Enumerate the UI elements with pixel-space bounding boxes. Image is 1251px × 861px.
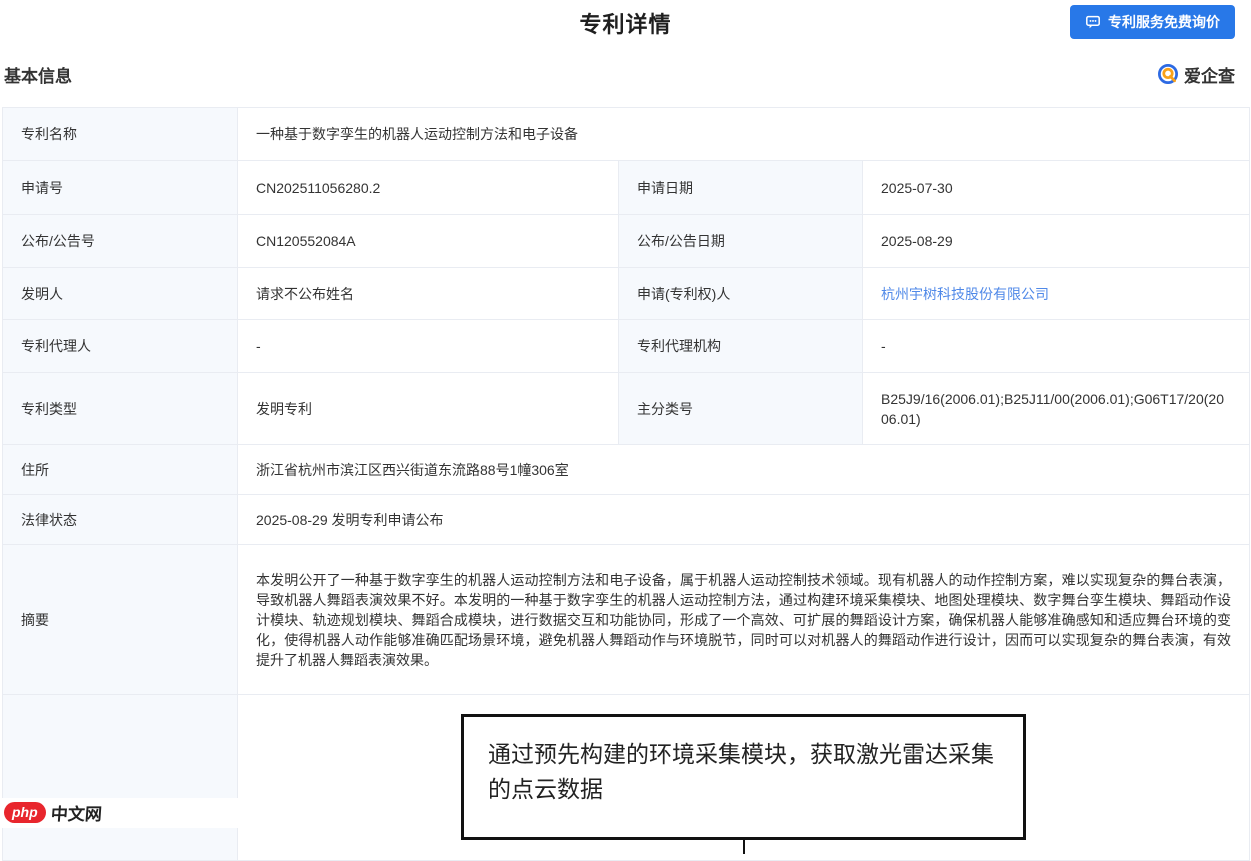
patent-agency-value: -	[863, 320, 1250, 373]
page-header: 专利详情 专利服务免费询价	[0, 0, 1251, 42]
table-row: 通过预先构建的环境采集模块，获取激光雷达采集的点云数据	[3, 695, 1250, 861]
main-classification-value: B25J9/16(2006.01);B25J11/00(2006.01);G06…	[863, 373, 1250, 445]
abstract-label: 摘要	[3, 545, 238, 695]
flowchart-step-box: 通过预先构建的环境采集模块，获取激光雷达采集的点云数据	[461, 714, 1026, 840]
publication-number-value: CN120552084A	[238, 215, 619, 268]
table-row: 专利名称 一种基于数字孪生的机器人运动控制方法和电子设备	[3, 108, 1250, 161]
aiqicha-brand-link[interactable]: 爱企查	[1157, 62, 1235, 87]
php-cn-watermark-logo: php 中文网	[4, 800, 102, 825]
applicant-value: 杭州宇树科技股份有限公司	[863, 268, 1250, 320]
table-row: 专利类型 发明专利 主分类号 B25J9/16(2006.01);B25J11/…	[3, 373, 1250, 445]
inventor-value: 请求不公布姓名	[238, 268, 619, 320]
patent-agent-value: -	[238, 320, 619, 373]
application-number-value: CN202511056280.2	[238, 161, 619, 215]
page-title: 专利详情	[0, 10, 1251, 40]
patent-name-value: 一种基于数字孪生的机器人运动控制方法和电子设备	[238, 108, 1250, 161]
aiqicha-brand-name: 爱企查	[1184, 62, 1235, 87]
patent-type-label: 专利类型	[3, 373, 238, 445]
publication-number-label: 公布/公告号	[3, 215, 238, 268]
table-row: 摘要 本发明公开了一种基于数字孪生的机器人运动控制方法和电子设备，属于机器人运动…	[3, 545, 1250, 695]
chat-bubble-icon	[1085, 14, 1101, 30]
patent-service-quote-button[interactable]: 专利服务免费询价	[1070, 5, 1235, 39]
abstract-value: 本发明公开了一种基于数字孪生的机器人运动控制方法和电子设备，属于机器人运动控制技…	[238, 545, 1250, 695]
table-row: 专利代理人 - 专利代理机构 -	[3, 320, 1250, 373]
publication-date-value: 2025-08-29	[863, 215, 1250, 268]
main-classification-label: 主分类号	[619, 373, 863, 445]
table-row: 法律状态 2025-08-29 发明专利申请公布	[3, 495, 1250, 545]
patent-info-table: 专利名称 一种基于数字孪生的机器人运动控制方法和电子设备 申请号 CN20251…	[2, 107, 1250, 861]
basic-info-section-title: 基本信息	[4, 62, 72, 87]
application-number-label: 申请号	[3, 161, 238, 215]
inventor-label: 发明人	[3, 268, 238, 320]
quote-button-label: 专利服务免费询价	[1108, 12, 1220, 32]
address-label: 住所	[3, 445, 238, 495]
address-value: 浙江省杭州市滨江区西兴街道东流路88号1幢306室	[238, 445, 1250, 495]
table-row: 申请号 CN202511056280.2 申请日期 2025-07-30	[3, 161, 1250, 215]
flowchart-connector-line	[743, 840, 745, 854]
php-logo-oval: php	[4, 802, 46, 823]
publication-date-label: 公布/公告日期	[619, 215, 863, 268]
applicant-company-link[interactable]: 杭州宇树科技股份有限公司	[881, 286, 1049, 302]
patent-name-label: 专利名称	[3, 108, 238, 161]
application-date-label: 申请日期	[619, 161, 863, 215]
aiqicha-logo-icon	[1157, 63, 1179, 85]
patent-figure: 通过预先构建的环境采集模块，获取激光雷达采集的点云数据	[461, 714, 1026, 854]
applicant-label: 申请(专利权)人	[619, 268, 863, 320]
figure-row-empty-label	[3, 695, 238, 861]
table-row: 公布/公告号 CN120552084A 公布/公告日期 2025-08-29	[3, 215, 1250, 268]
table-row: 发明人 请求不公布姓名 申请(专利权)人 杭州宇树科技股份有限公司	[3, 268, 1250, 320]
figure-cell: 通过预先构建的环境采集模块，获取激光雷达采集的点云数据	[238, 695, 1250, 861]
patent-agent-label: 专利代理人	[3, 320, 238, 373]
legal-status-label: 法律状态	[3, 495, 238, 545]
patent-agency-label: 专利代理机构	[619, 320, 863, 373]
php-logo-text: 中文网	[50, 800, 103, 825]
application-date-value: 2025-07-30	[863, 161, 1250, 215]
legal-status-value: 2025-08-29 发明专利申请公布	[238, 495, 1250, 545]
table-row: 住所 浙江省杭州市滨江区西兴街道东流路88号1幢306室	[3, 445, 1250, 495]
patent-type-value: 发明专利	[238, 373, 619, 445]
section-row: 基本信息 爱企查	[0, 58, 1251, 90]
